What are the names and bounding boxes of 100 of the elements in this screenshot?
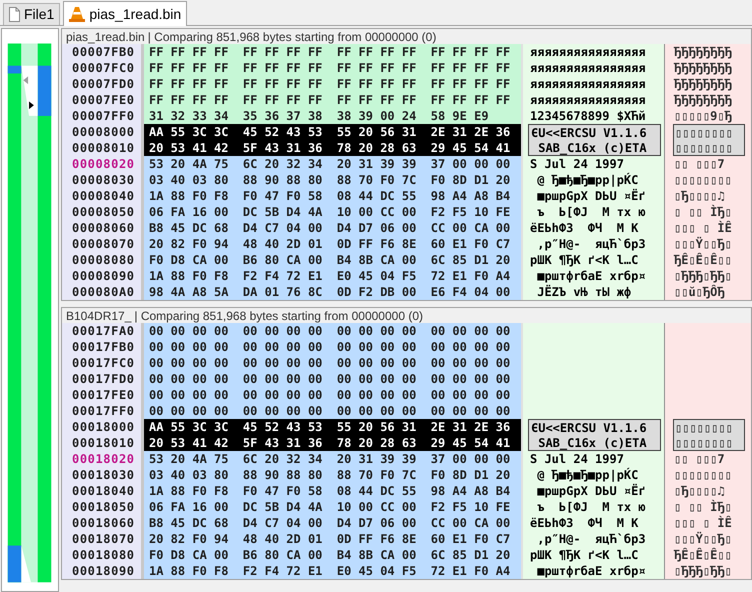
hex-bytes: 20 82 F0 94 48 40 2D 01 0D FF F6 8E 60 E1 F0 C7 <box>144 236 523 252</box>
offset-label: 00008050 <box>62 204 144 220</box>
offset-label: 00008070 <box>62 236 144 252</box>
hex-bytes: AA 55 3C 3C 45 52 43 53 55 20 56 31 2E 31 2E 36 <box>144 124 523 140</box>
hex-bytes: 00 00 00 00 00 00 00 00 00 00 00 00 00 00 00 00 <box>144 371 523 387</box>
offset-label: 00008010 <box>62 140 144 156</box>
comparison-info: | Comparing 851,968 bytes starting from 00000000 (0) <box>134 308 424 324</box>
offset-label: 00017FA0 <box>62 323 144 339</box>
glyph-text: ▯▯▯ ▯ ÌÊ <box>673 220 733 236</box>
offset-label: 00007FB0 <box>62 44 144 60</box>
offset-label: 00018010 <box>62 435 144 451</box>
glyph-text: ▯Ђ▯▯▯▯♫ <box>673 483 726 499</box>
ascii-text: ,p″H@- яцЋ`бpЗ <box>536 236 647 252</box>
ascii-text: яяяяяяяяяяяяяяяя <box>529 60 647 76</box>
offset-label: 00008040 <box>62 188 144 204</box>
ascii-text: ■pштфrбаE хrбp¤ <box>536 268 647 284</box>
hex-bytes: FF FF FF FF FF FF FF FF FF FF FF FF FF FF FF FF <box>144 60 523 76</box>
glyph-text: ▯Ђ▯▯▯▯♫ <box>673 188 726 204</box>
offset-label: 00007FE0 <box>62 92 144 108</box>
glyph-text: ▯▯▯Ÿ▯▯Ђ▯ <box>673 236 733 252</box>
glyph-text: ЂЂЂЂЂЂЂЂ <box>673 76 733 92</box>
hex-bytes: B8 45 DC 68 D4 C7 04 00 D4 D7 06 00 CC 00 CA 00 <box>144 515 523 531</box>
glyph-text: ▯▯▯Ÿ▯▯Ђ▯ <box>673 531 733 547</box>
hex-bytes: 00 00 00 00 00 00 00 00 00 00 00 00 00 00 00 00 <box>144 387 523 403</box>
offset-label: 00017FB0 <box>62 339 144 355</box>
glyph-text: ЂЂЂЂЂЂЂЂ <box>673 60 733 76</box>
ascii-text: SAB_C16x (c)ETA <box>528 435 661 451</box>
offset-label: 000080A0 <box>62 284 144 300</box>
ascii-text: pШК ¶ЂК ґ<К l…С <box>529 547 640 563</box>
hex-bytes: 20 82 F0 94 48 40 2D 01 0D FF F6 8E 60 E1 F0 C7 <box>144 531 523 547</box>
hex-bytes: F0 D8 CA 00 B6 80 CA 00 B4 8B CA 00 6C 85 D1 20 <box>144 547 523 563</box>
offset-label: 00007FD0 <box>62 76 144 92</box>
hex-bytes: 20 53 41 42 5F 43 31 36 78 20 28 63 29 45 54 41 <box>144 435 523 451</box>
offset-label: 00018040 <box>62 483 144 499</box>
traffic-cone-icon <box>69 6 86 22</box>
hex-bytes: 06 FA 16 00 DC 5B D4 4A 10 00 CC 00 F2 F5 10 FE <box>144 204 523 220</box>
ascii-text: ,p″H@- яцЋ`бpЗ <box>536 531 647 547</box>
offset-label: 00007FF0 <box>62 108 144 124</box>
hex-bytes: 1A 88 F0 F8 F0 47 F0 58 08 44 DC 55 98 A4 A8 B4 <box>144 188 523 204</box>
glyph-text: ▯ЂЂЂ▯ЂЂ▯ <box>673 563 733 579</box>
file-name: B104DR17_ <box>66 308 132 324</box>
ascii-text: ёEЬhФЗ ФЧ М К <box>529 515 640 531</box>
hex-bytes: FF FF FF FF FF FF FF FF FF FF FF FF FF FF FF FF <box>144 92 523 108</box>
glyph-text: ▯▯▯ ▯ ÌÊ <box>673 515 733 531</box>
hex-bytes: 00 00 00 00 00 00 00 00 00 00 00 00 00 00 00 00 <box>144 403 523 419</box>
glyph-text: ▯ ▯▯ ÌЂ▯ <box>673 204 733 220</box>
ascii-text: pШК ¶ЂК ґ<К l…С <box>529 252 640 268</box>
offset-label: 00018000 <box>62 419 144 435</box>
file-tab[interactable]: File1 <box>3 3 60 25</box>
glyph-text: ▯▯ŭ▯ЂÔЂ <box>673 284 726 300</box>
file-name: pias_1read.bin <box>66 28 145 46</box>
ascii-text: ёEЬhФЗ ФЧ М К <box>529 220 640 236</box>
hex-bytes: 1A 88 F0 F8 F2 F4 72 E1 E0 45 04 F5 72 E1 F0 A4 <box>144 268 523 284</box>
hex-bytes: 03 40 03 80 88 90 88 80 88 70 F0 7C F0 8D D1 20 <box>144 172 523 188</box>
hex-bytes: 53 20 4A 75 6C 20 32 34 20 31 39 39 37 00 00 00 <box>144 451 523 467</box>
document-icon <box>9 7 20 22</box>
ascii-text: 12345678899 $XЋй <box>529 108 647 124</box>
ascii-text: S Jul 24 1997 <box>529 156 625 172</box>
hex-bytes: 00 00 00 00 00 00 00 00 00 00 00 00 00 00 00 00 <box>144 323 523 339</box>
glyph-text: ▯▯ ▯▯▯7 <box>673 156 726 172</box>
glyph-text: ▯▯▯▯▯▯▯▯ <box>673 467 733 483</box>
offset-label: 00018060 <box>62 515 144 531</box>
glyph-text: ▯▯▯▯▯▯▯▯ <box>673 140 745 156</box>
hex-bytes: 31 32 33 34 35 36 37 38 38 39 00 24 58 9E E9 <box>144 108 523 124</box>
hex-bytes: 00 00 00 00 00 00 00 00 00 00 00 00 00 00 00 00 <box>144 355 523 371</box>
offset-label: 00017FD0 <box>62 371 144 387</box>
offset-label: 00017FF0 <box>62 403 144 419</box>
ascii-text: ■pшpGpX DЬU ¤Ёґ <box>536 188 647 204</box>
offset-label: 00018050 <box>62 499 144 515</box>
offset-label: 00018080 <box>62 547 144 563</box>
ascii-text: SAB_C16x (c)ETA <box>528 140 661 156</box>
glyph-text: ▯ЂЂЂ▯ЂЂ▯ <box>673 268 733 284</box>
offset-label: 00008030 <box>62 172 144 188</box>
hex-bytes: 1A 88 F0 F8 F2 F4 72 E1 E0 45 04 F5 72 E1 F0 A4 <box>144 563 523 579</box>
ascii-text: @ Ђ■ђ■Ђ■pp|pЌC <box>536 467 640 483</box>
ascii-text: ЄU<<ERCSU V1.1.6 <box>528 419 661 435</box>
offset-label: 00007FC0 <box>62 60 144 76</box>
hex-bytes: B8 45 DC 68 D4 C7 04 00 D4 D7 06 00 CC 00 CA 00 <box>144 220 523 236</box>
hex-bytes: 20 53 41 42 5F 43 31 36 78 20 28 63 29 45 54 41 <box>144 140 523 156</box>
ascii-text: @ Ђ■ђ■Ђ■pp|pЌC <box>536 172 640 188</box>
glyph-text: ЂÊ▯Ê▯Ê▯▯ <box>673 252 733 268</box>
comparison-overview-drawing[interactable] <box>1 28 59 592</box>
offset-label: 00018090 <box>62 563 144 579</box>
hex-bytes: 03 40 03 80 88 90 88 80 88 70 F0 7C F0 8D D1 20 <box>144 467 523 483</box>
glyph-text: ▯▯▯▯▯▯▯▯ <box>673 124 745 140</box>
glyph-text: ▯▯▯▯▯9▯Ђ <box>673 108 733 124</box>
glyph-text: ▯▯▯▯▯▯▯▯ <box>673 172 733 188</box>
file-tab[interactable]: pias_1read.bin <box>63 1 188 26</box>
ascii-text: ЄU<<ERCSU V1.1.6 <box>528 124 661 140</box>
offset-label: 00017FC0 <box>62 355 144 371</box>
ascii-text: S Jul 24 1997 <box>529 451 625 467</box>
offset-label: 00008060 <box>62 220 144 236</box>
ascii-text: яяяяяяяяяяяяяяяя <box>529 92 647 108</box>
glyph-text: ▯▯▯▯▯▯▯▯ <box>673 435 745 451</box>
hex-bytes: 1A 88 F0 F8 F0 47 F0 58 08 44 DC 55 98 A4 A8 B4 <box>144 483 523 499</box>
offset-label: 00018020 <box>62 451 144 467</box>
hex-bytes: FF FF FF FF FF FF FF FF FF FF FF FF FF FF FF FF <box>144 44 523 60</box>
offset-label: 00017FE0 <box>62 387 144 403</box>
hex-bytes: 00 00 00 00 00 00 00 00 00 00 00 00 00 00 00 00 <box>144 339 523 355</box>
ascii-text: ъ Ь[ФJ М тх ю <box>536 204 647 220</box>
